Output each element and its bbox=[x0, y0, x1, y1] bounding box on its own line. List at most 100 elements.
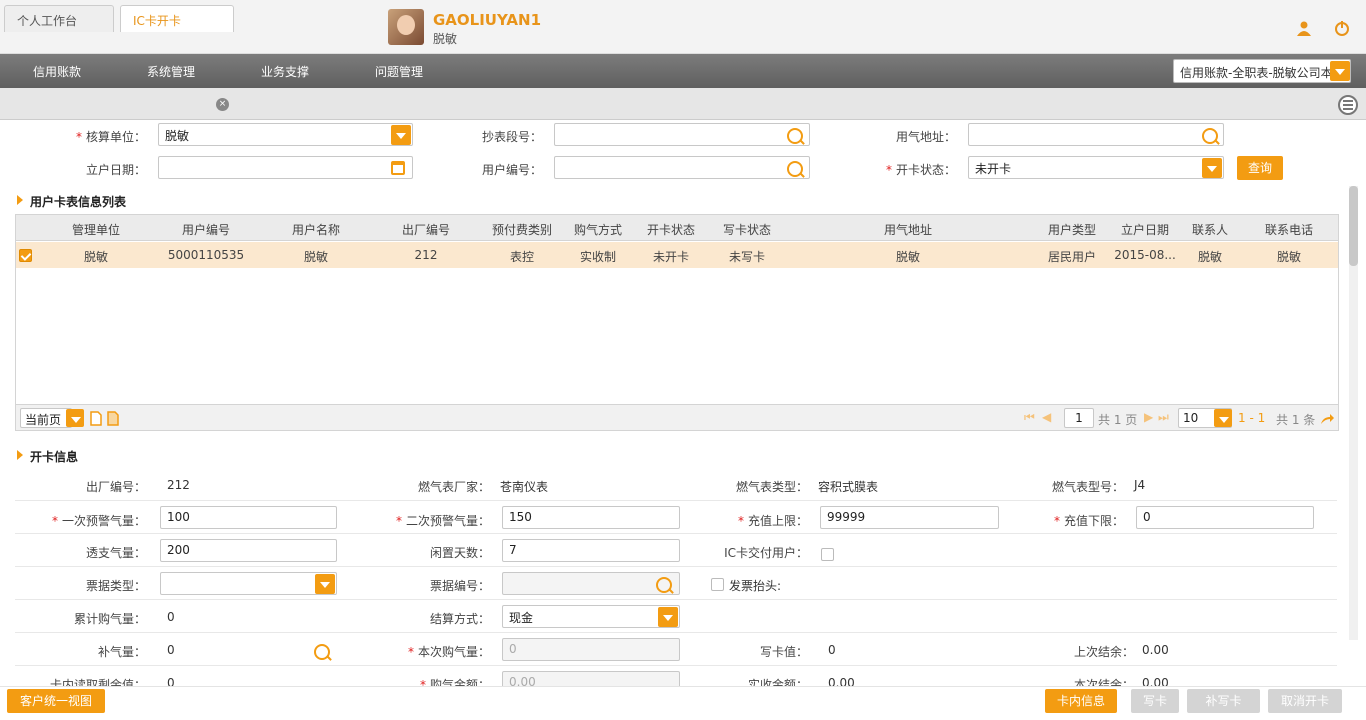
ic-user-label: IC卡交付用户： bbox=[724, 546, 808, 560]
write-card-button[interactable]: 写卡 bbox=[1131, 689, 1179, 713]
chevron-down-icon[interactable] bbox=[1330, 61, 1350, 81]
search-icon[interactable] bbox=[787, 161, 803, 177]
column-header[interactable]: 用户名称 bbox=[276, 221, 356, 238]
first-page-icon[interactable]: ⏮ bbox=[1024, 410, 1035, 425]
export-all-icon[interactable] bbox=[107, 411, 119, 426]
close-icon[interactable]: × bbox=[216, 98, 229, 111]
search-icon[interactable] bbox=[1202, 128, 1218, 144]
date-label: 立户日期： bbox=[85, 163, 146, 177]
bill-type-select[interactable] bbox=[160, 572, 337, 595]
page-mode-select[interactable]: 当前页 bbox=[20, 408, 72, 428]
address-label: 用气地址： bbox=[895, 130, 956, 144]
page-input[interactable]: 1 bbox=[1064, 408, 1094, 428]
nav-business[interactable]: 业务支撑 bbox=[261, 63, 309, 80]
alarm2-input[interactable]: 150 bbox=[502, 506, 680, 529]
chevron-down-icon[interactable] bbox=[391, 125, 411, 145]
cardstatus-select[interactable]: 未开卡 bbox=[968, 156, 1224, 179]
date-input[interactable] bbox=[158, 156, 413, 179]
column-header[interactable]: 购气方式 bbox=[566, 221, 630, 238]
reading-label: 抄表段号： bbox=[481, 130, 542, 144]
cancel-card-button[interactable]: 取消开卡 bbox=[1268, 689, 1342, 713]
this-gas-input[interactable]: 0 bbox=[502, 638, 680, 661]
last-balance-value: 0.00 bbox=[1142, 643, 1169, 657]
org-selector[interactable]: 信用账款-全职表-脱敏公司本部 bbox=[1173, 59, 1351, 83]
column-header[interactable]: 写卡状态 bbox=[712, 221, 782, 238]
write-value: 0 bbox=[828, 643, 836, 657]
ic-user-checkbox[interactable] bbox=[821, 548, 834, 561]
idle-input[interactable]: 7 bbox=[502, 539, 680, 562]
unit-select[interactable]: 脱敏 bbox=[158, 123, 413, 146]
total-gas-value: 0 bbox=[167, 610, 175, 624]
max-input[interactable]: 99999 bbox=[820, 506, 999, 529]
alarm1-label: * 一次预警气量： bbox=[51, 514, 146, 528]
search-icon[interactable] bbox=[656, 577, 672, 593]
nav-issues[interactable]: 问题管理 bbox=[375, 63, 423, 80]
column-header[interactable]: 预付费类别 bbox=[486, 221, 558, 238]
card-info-title: 开卡信息 bbox=[16, 448, 78, 465]
column-header[interactable]: 用气地址 bbox=[808, 221, 1008, 238]
unit-label: * 核算单位： bbox=[75, 130, 146, 144]
list-title: 用户卡表信息列表 bbox=[16, 193, 126, 210]
table-cell: 实收制 bbox=[579, 250, 616, 264]
model-label: 燃气表型号： bbox=[1051, 480, 1124, 494]
calendar-icon[interactable] bbox=[391, 161, 405, 175]
overdraft-input[interactable]: 200 bbox=[160, 539, 337, 562]
next-page-icon[interactable]: ▶ bbox=[1144, 410, 1153, 424]
address-input[interactable] bbox=[968, 123, 1224, 146]
settle-select[interactable]: 现金 bbox=[502, 605, 680, 628]
reading-input[interactable] bbox=[554, 123, 810, 146]
menu-icon[interactable] bbox=[1338, 95, 1358, 115]
user-icon[interactable] bbox=[1296, 20, 1312, 36]
search-icon[interactable] bbox=[787, 128, 803, 144]
user-card-table: 管理单位 用户编号 用户名称 出厂编号 预付费类别 购气方式 开卡状态 写卡状态… bbox=[15, 214, 1339, 431]
chevron-down-icon[interactable] bbox=[1214, 409, 1232, 427]
export-icon[interactable] bbox=[90, 411, 102, 426]
supplement-value: 0 bbox=[167, 643, 175, 657]
model-value: J4 bbox=[1134, 478, 1146, 492]
table-row[interactable]: 脱敏 5000110535 脱敏 212 表控 实收制 未开卡 未写卡 脱敏 居… bbox=[16, 242, 1338, 268]
chevron-down-icon[interactable] bbox=[1202, 158, 1222, 178]
overdraft-label: 透支气量： bbox=[85, 546, 146, 560]
column-header[interactable]: 联系电话 bbox=[1252, 221, 1326, 238]
table-cell: 脱敏 bbox=[1197, 250, 1222, 264]
tab-bar bbox=[0, 88, 1366, 120]
column-header[interactable]: 立户日期 bbox=[1110, 221, 1180, 238]
refresh-icon[interactable] bbox=[1320, 413, 1334, 425]
search-icon[interactable] bbox=[314, 644, 330, 660]
alarm1-input[interactable]: 100 bbox=[160, 506, 337, 529]
user-avatar[interactable] bbox=[388, 9, 424, 45]
table-cell: 脱敏 bbox=[83, 250, 108, 264]
column-header[interactable]: 开卡状态 bbox=[638, 221, 704, 238]
chevron-down-icon[interactable] bbox=[66, 409, 84, 427]
prev-page-icon[interactable]: ◀ bbox=[1042, 410, 1051, 424]
bill-no-input[interactable] bbox=[502, 572, 680, 595]
meter-type-value: 容积式膜表 bbox=[818, 480, 879, 494]
column-header[interactable]: 出厂编号 bbox=[386, 221, 466, 238]
last-page-icon[interactable]: ⏭ bbox=[1158, 410, 1169, 425]
last-balance-label: 上次结余： bbox=[1073, 645, 1134, 659]
column-header[interactable]: 联系人 bbox=[1182, 221, 1238, 238]
nav-credit[interactable]: 信用账款 bbox=[33, 63, 81, 80]
userno-input[interactable] bbox=[554, 156, 810, 179]
tab-workbench[interactable]: 个人工作台 bbox=[4, 5, 114, 32]
total-pages: 共 1 页 bbox=[1098, 413, 1138, 427]
customer-view-button[interactable]: 客户统一视图 bbox=[7, 689, 105, 713]
rewrite-card-button[interactable]: 补写卡 bbox=[1187, 689, 1260, 713]
table-cell: 脱敏 bbox=[895, 250, 920, 264]
min-input[interactable]: 0 bbox=[1136, 506, 1314, 529]
chevron-down-icon[interactable] bbox=[315, 574, 335, 594]
query-button[interactable]: 查询 bbox=[1237, 156, 1283, 180]
column-header[interactable]: 用户类型 bbox=[1036, 221, 1108, 238]
total-gas-label: 累计购气量： bbox=[73, 612, 146, 626]
tab-ic-card[interactable]: IC卡开卡 bbox=[120, 5, 234, 32]
nav-system[interactable]: 系统管理 bbox=[147, 63, 195, 80]
column-header[interactable]: 用户编号 bbox=[166, 221, 246, 238]
invoice-head-checkbox[interactable] bbox=[711, 578, 724, 591]
power-icon[interactable] bbox=[1334, 20, 1350, 36]
row-checkbox[interactable] bbox=[19, 249, 32, 262]
column-header[interactable]: 管理单位 bbox=[56, 221, 136, 238]
min-label: * 充值下限： bbox=[1053, 514, 1124, 528]
scrollbar-thumb[interactable] bbox=[1349, 186, 1358, 266]
card-info-button[interactable]: 卡内信息 bbox=[1045, 689, 1117, 713]
chevron-down-icon[interactable] bbox=[658, 607, 678, 627]
